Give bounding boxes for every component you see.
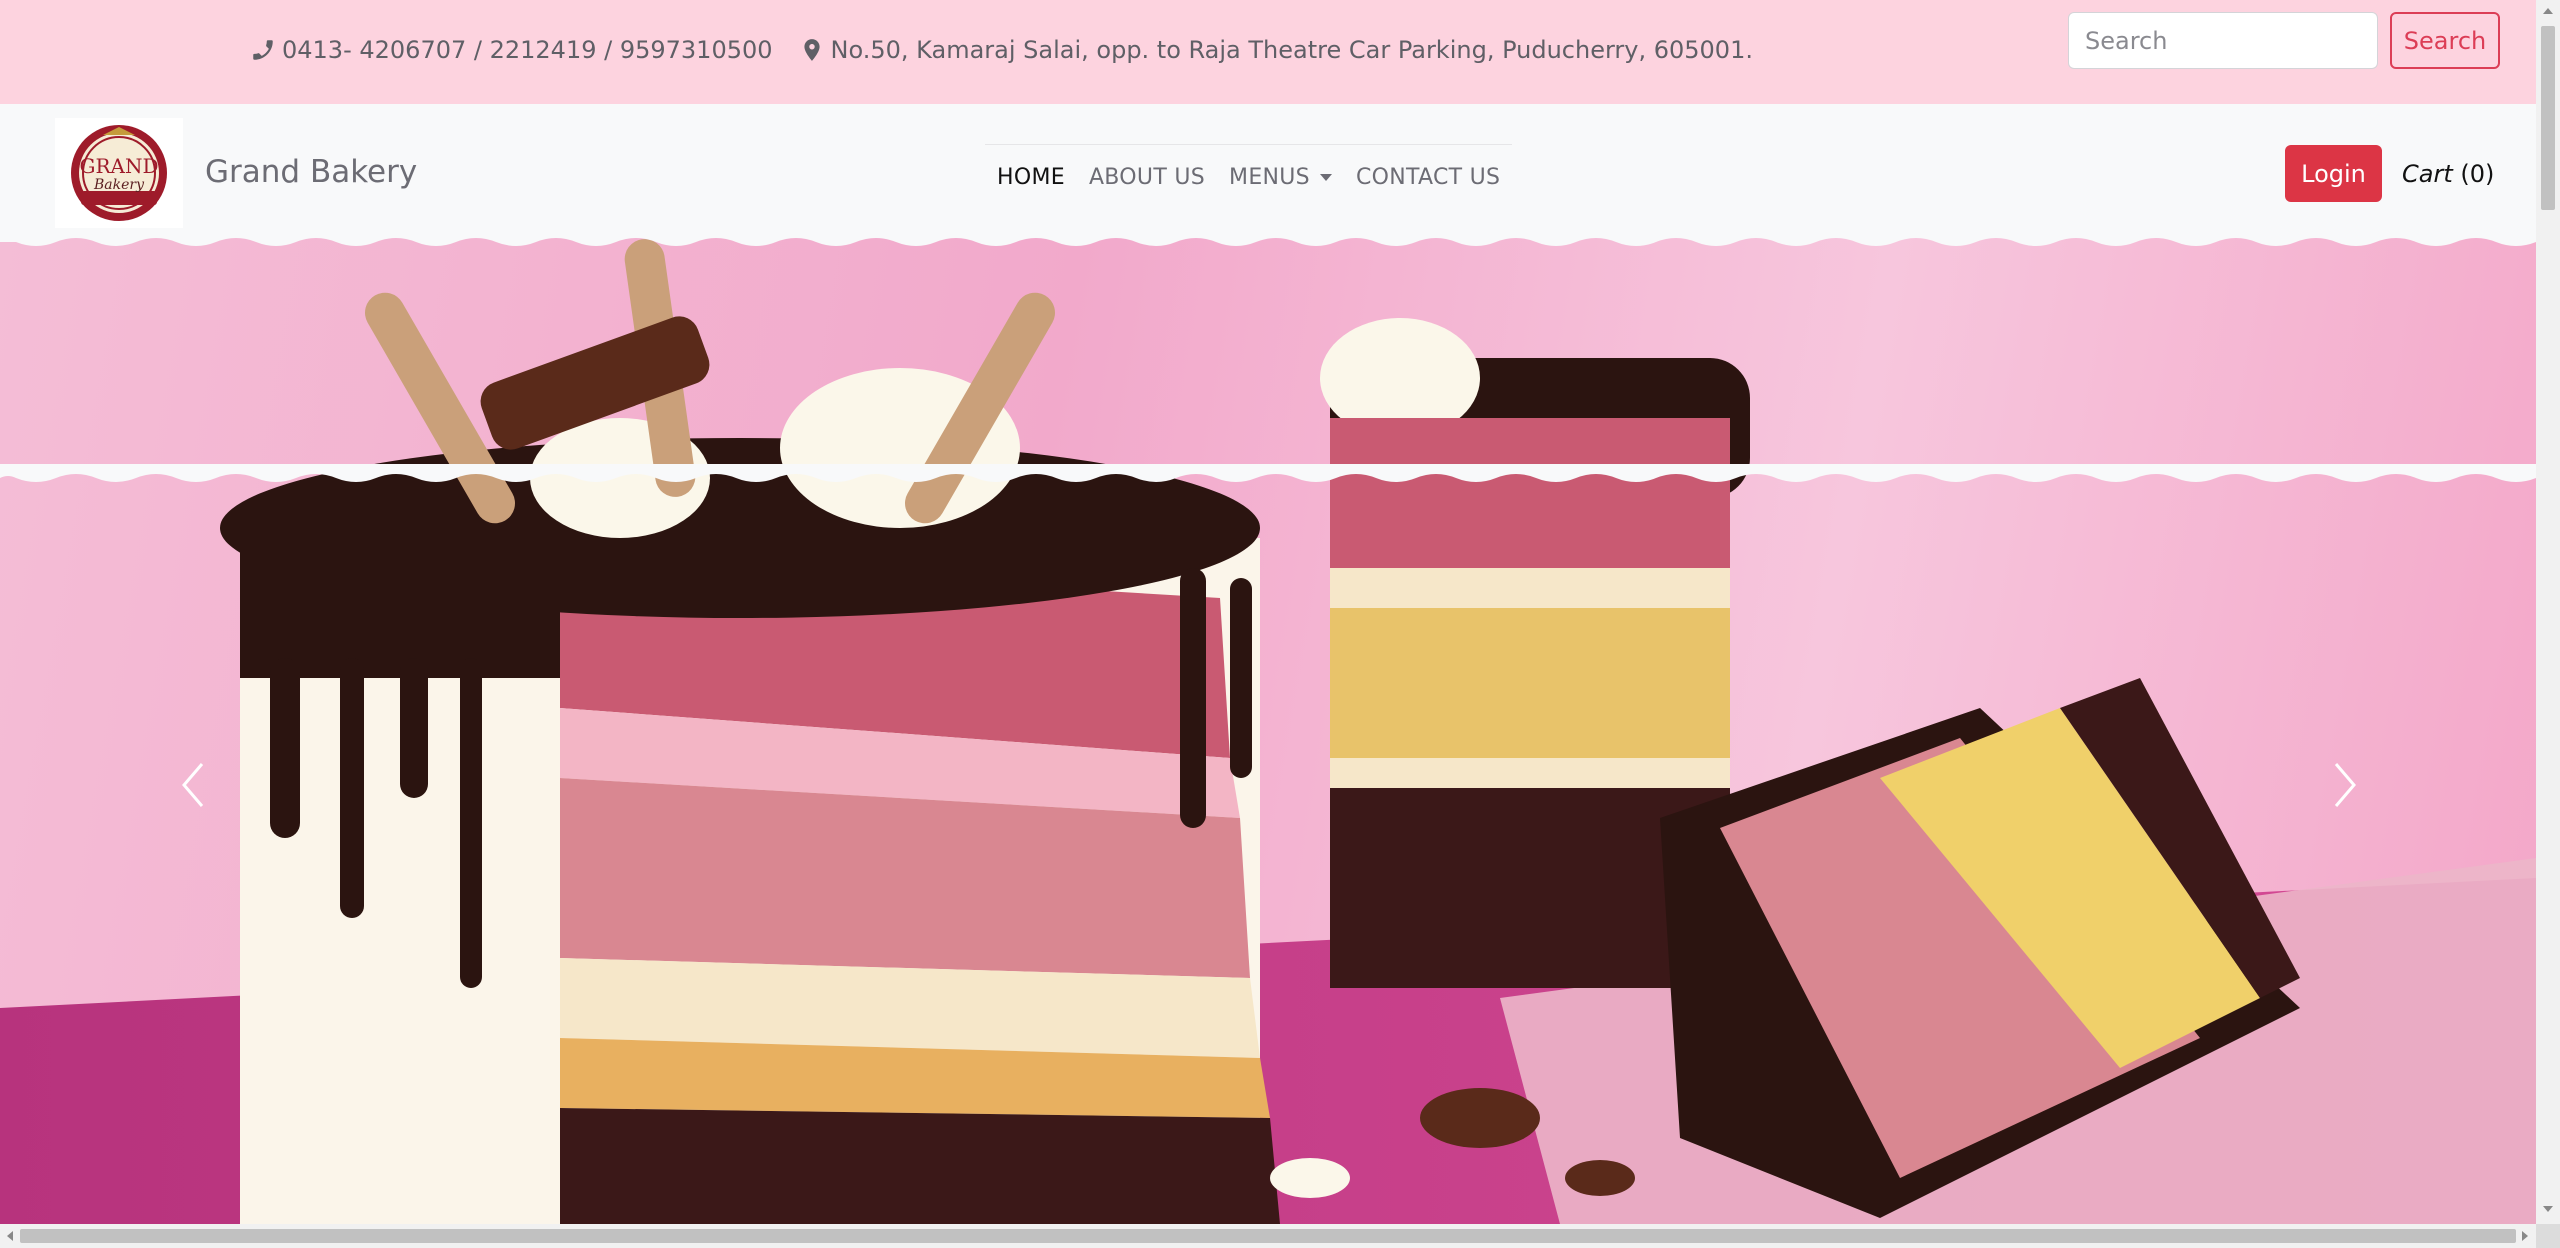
main-navbar: GRAND Bakery Grand Bakery HOME ABOUT US … bbox=[0, 104, 2536, 240]
search-input[interactable] bbox=[2068, 12, 2378, 69]
main-menu: HOME ABOUT US MENUS CONTACT US bbox=[985, 144, 1513, 198]
contact-info: 0413- 4206707 / 2212419 / 9597310500 No.… bbox=[250, 36, 1753, 64]
scroll-down-arrow-icon[interactable] bbox=[2543, 1206, 2553, 1212]
caret-down-icon bbox=[1319, 174, 1332, 181]
phone-icon bbox=[250, 37, 276, 63]
nav-about-us[interactable]: ABOUT US bbox=[1089, 165, 1205, 190]
nav-menus-dropdown[interactable]: MENUS bbox=[1229, 165, 1332, 190]
top-info-bar: 0413- 4206707 / 2212419 / 9597310500 No.… bbox=[0, 0, 2536, 104]
carousel-next-button[interactable] bbox=[2330, 760, 2360, 810]
nav-contact-us[interactable]: CONTACT US bbox=[1356, 165, 1500, 190]
nav-home[interactable]: HOME bbox=[997, 165, 1065, 190]
cart-label: Cart bbox=[2402, 160, 2453, 188]
scroll-left-arrow-icon[interactable] bbox=[7, 1231, 13, 1241]
address-text: No.50, Kamaraj Salai, opp. to Raja Theat… bbox=[830, 36, 1753, 64]
phone-numbers: 0413- 4206707 / 2212419 / 9597310500 bbox=[282, 36, 773, 64]
horizontal-scroll-thumb[interactable] bbox=[20, 1229, 2516, 1243]
scroll-up-arrow-icon[interactable] bbox=[2543, 8, 2553, 14]
vertical-scroll-thumb[interactable] bbox=[2541, 26, 2555, 210]
cart-link[interactable]: Cart (0) bbox=[2402, 160, 2494, 188]
carousel-prev-button[interactable] bbox=[178, 760, 208, 810]
login-button[interactable]: Login bbox=[2285, 145, 2382, 202]
cart-count: (0) bbox=[2460, 160, 2495, 188]
horizontal-scrollbar[interactable] bbox=[0, 1224, 2536, 1248]
map-marker-icon bbox=[799, 37, 825, 63]
chevron-right-icon bbox=[2334, 763, 2356, 807]
search-button[interactable]: Search bbox=[2390, 12, 2500, 69]
scrollbar-corner bbox=[2536, 1224, 2560, 1248]
scroll-right-arrow-icon[interactable] bbox=[2522, 1231, 2528, 1241]
decorative-wave-divider bbox=[0, 464, 2536, 482]
cake-hero-image bbox=[0, 239, 2536, 1224]
bakery-logo[interactable]: GRAND Bakery bbox=[55, 118, 183, 228]
vertical-scrollbar[interactable] bbox=[2536, 0, 2560, 1224]
logo-text-grand: GRAND bbox=[79, 154, 158, 178]
navbar-wave-edge bbox=[0, 236, 2536, 246]
chevron-left-icon bbox=[182, 763, 204, 807]
hero-carousel bbox=[0, 238, 2536, 1224]
brand-name[interactable]: Grand Bakery bbox=[205, 154, 417, 190]
logo-text-bakery: Bakery bbox=[93, 177, 145, 193]
